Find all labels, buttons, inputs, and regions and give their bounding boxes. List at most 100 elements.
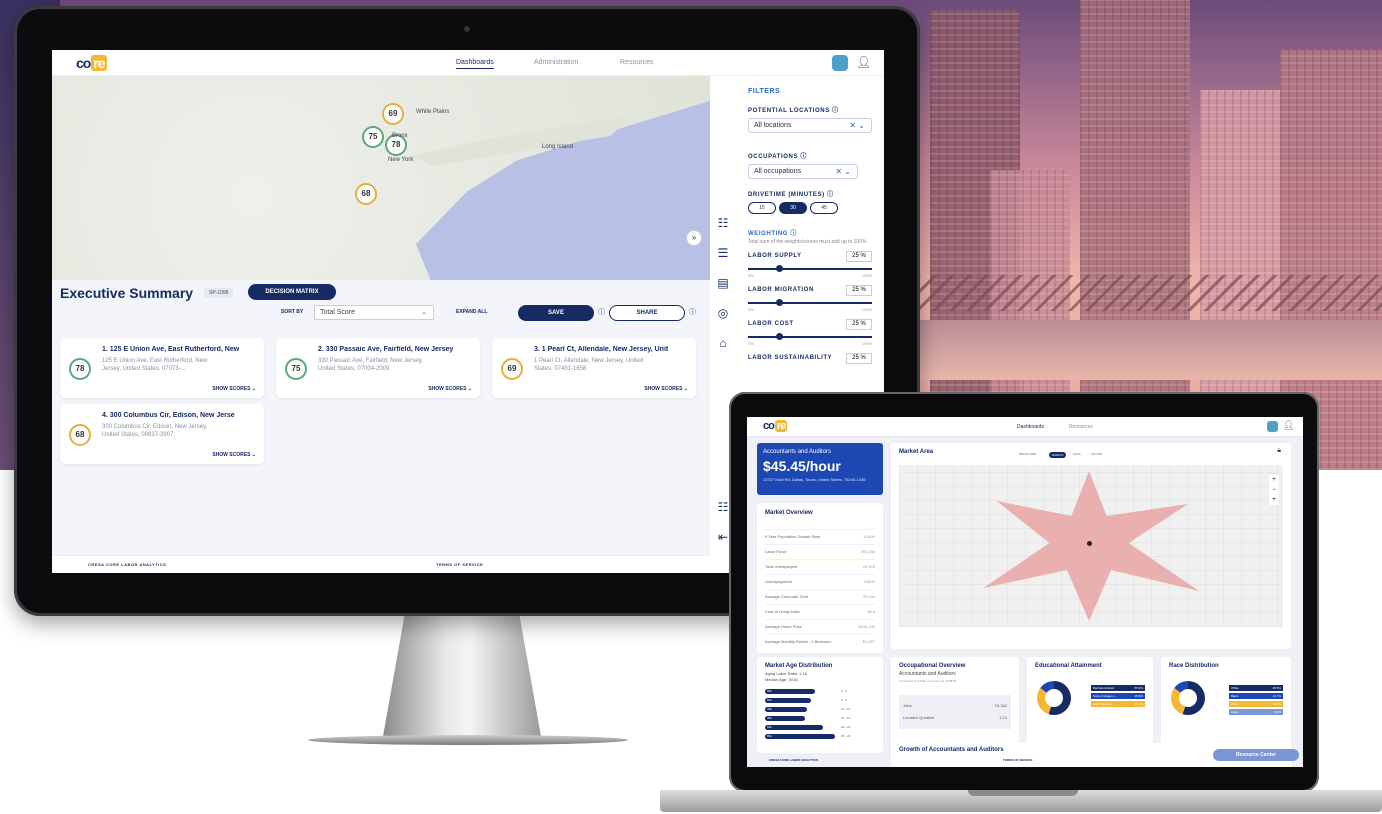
mode-zcta[interactable]: ZCTA <box>1073 452 1081 456</box>
bridge <box>900 275 1382 311</box>
app-switcher-icon[interactable] <box>832 55 848 71</box>
legend-item: Bachelors/Grad 55.9% <box>1091 685 1145 691</box>
age-bar-label: 63k <box>767 725 772 729</box>
occupations-select[interactable]: All occupations ✕ ⌄ <box>748 164 858 179</box>
tab-dashboards[interactable]: Dashboards <box>1017 424 1044 430</box>
decision-matrix-button[interactable]: DECISION MATRIX <box>248 284 336 300</box>
core-logo[interactable]: co re <box>76 55 107 71</box>
lock-icon[interactable]: 🔒︎ <box>1277 447 1281 455</box>
info-icon[interactable]: ⓘ <box>598 307 605 317</box>
terms-link[interactable]: TERMS OF SERVICE <box>1003 758 1032 762</box>
location-card[interactable]: 68 4. 300 Columbus Cir, Edison, New Jers… <box>60 404 264 464</box>
score-ring: 68 <box>69 424 91 446</box>
legend-value: 28.5% <box>1272 702 1281 706</box>
camera-dot <box>464 26 470 32</box>
panel-icon[interactable]: ▤ <box>716 276 730 290</box>
info-icon[interactable]: ⓘ <box>800 154 807 160</box>
dashboard-icon[interactable]: ☷ <box>716 216 730 230</box>
footer-brand: CRESA CORE LABOR ANALYTICS <box>88 562 167 567</box>
slider-track[interactable] <box>748 268 872 270</box>
overview-label: Average Commute Time <box>765 594 809 599</box>
sort-by-select[interactable]: Total Score ⌄ <box>314 305 434 320</box>
slider-min: 0% <box>748 273 754 278</box>
core-logo[interactable]: co re <box>763 420 788 432</box>
weight-sliders: LABOR SUPPLY 25 % 0% 100% LABOR MIGRATION 25 … <box>748 251 872 381</box>
clear-chevron-icon[interactable]: ✕ ⌄ <box>849 121 865 130</box>
location-card[interactable]: 69 3. 1 Pearl Ct, Allendale, New Jersey,… <box>492 338 696 398</box>
zoom-controls[interactable]: + − + <box>1269 475 1279 505</box>
aging-ratio: Aging Labor Ratio: 1.16 <box>765 671 808 676</box>
potential-locations-select[interactable]: All locations ✕ ⌄ <box>748 118 872 133</box>
overview-value: 4.28% <box>863 534 875 539</box>
save-button[interactable]: SAVE <box>518 305 594 321</box>
legend-value: 48.5% <box>1272 686 1281 690</box>
widgets-icon[interactable]: ☷ <box>716 500 730 514</box>
weight-input[interactable]: 25 % <box>846 353 872 364</box>
weight-input[interactable]: 25 % <box>846 319 872 330</box>
expand-all-link[interactable]: EXPAND ALL <box>456 309 487 315</box>
locations-map[interactable]: 69 75 78 68 White Plains Bronx New York … <box>52 76 710 280</box>
slider-handle[interactable] <box>776 299 783 306</box>
map-label: Bronx <box>392 133 408 139</box>
tab-resources[interactable]: Resources <box>620 59 653 66</box>
drivetime-15[interactable]: 15 <box>748 202 776 214</box>
overview-row: Total Unemployed 23,925 <box>765 559 875 574</box>
overview-label: Average Home Price <box>765 624 802 629</box>
tab-dashboards[interactable]: Dashboards <box>456 59 494 69</box>
weight-input[interactable]: 25 % <box>846 285 872 296</box>
location-marker[interactable] <box>1087 541 1092 546</box>
drivetime-45[interactable]: 45 <box>810 202 838 214</box>
weight-input[interactable]: 25 % <box>846 251 872 262</box>
collapse-map-icon[interactable]: » <box>686 230 702 246</box>
weight-label: LABOR COST <box>748 321 794 327</box>
tab-resources[interactable]: Resources <box>1069 424 1093 430</box>
occupational-title: Occupational Overview <box>899 663 966 669</box>
collapse-panel-icon[interactable]: ⇤ <box>716 530 730 544</box>
legend-item: Other 28.5% <box>1229 701 1283 707</box>
location-card[interactable]: 78 1. 125 E Union Ave, East Rutherford, … <box>60 338 264 398</box>
footer: CRESA CORE LABOR ANALYTICS TERMS OF SERV… <box>747 757 1303 767</box>
info-icon[interactable]: ⓘ <box>689 307 696 317</box>
drivetime-30[interactable]: 30 <box>779 202 807 214</box>
share-button[interactable]: SHARE <box>609 305 685 321</box>
show-scores-link[interactable]: SHOW SCORES ⌄ <box>644 386 688 392</box>
slider-track[interactable] <box>748 336 872 338</box>
weighting-label-text: WEIGHTING <box>748 231 789 237</box>
slider-handle[interactable] <box>776 333 783 340</box>
home-icon[interactable]: ⌂ <box>716 336 730 350</box>
weighting-note: Total sum of the weights/scores must add… <box>748 239 867 245</box>
user-icon[interactable]: 👤︎ <box>1283 420 1294 431</box>
map-pin[interactable]: 68 <box>355 183 377 205</box>
info-icon[interactable]: ⓘ <box>827 192 834 198</box>
tab-administration[interactable]: Administration <box>534 59 578 66</box>
show-scores-link[interactable]: SHOW SCORES ⌄ <box>212 452 256 458</box>
map-pin[interactable]: 69 <box>382 103 404 125</box>
location-card[interactable]: 75 2. 330 Passaic Ave, Fairfield, New Je… <box>276 338 480 398</box>
map-pin[interactable]: 75 <box>362 126 384 148</box>
mode-active[interactable]: ACTIVE <box>1091 452 1102 456</box>
market-area-map[interactable]: + − + <box>899 465 1283 627</box>
weight-unit: % <box>860 287 866 293</box>
mode-radius[interactable]: RADIUS <box>1049 452 1067 458</box>
slider-max: 100% <box>861 273 872 278</box>
show-scores-label: SHOW SCORES <box>644 386 683 392</box>
sliders-icon[interactable]: ☰ <box>716 246 730 260</box>
filters-title: FILTERS <box>748 88 781 95</box>
mode-drive-time[interactable]: DRIVE TIME <box>1019 452 1036 456</box>
clear-chevron-icon[interactable]: ✕ ⌄ <box>835 167 851 176</box>
terms-link[interactable]: TERMS OF SERVICE <box>436 562 483 567</box>
app-switcher-icon[interactable] <box>1267 421 1278 432</box>
globe-icon[interactable]: ◎ <box>716 306 730 320</box>
median-age: Median Age: 30.81 <box>765 677 799 682</box>
slider-handle[interactable] <box>776 265 783 272</box>
show-scores-link[interactable]: SHOW SCORES ⌄ <box>212 386 256 392</box>
education-card: Educational Attainment Bachelors/Grad 55.… <box>1027 657 1153 753</box>
user-icon[interactable]: 👤︎ <box>856 55 871 69</box>
info-icon[interactable]: ⓘ <box>790 231 797 237</box>
slider-track[interactable] <box>748 302 872 304</box>
weight-slider: LABOR SUSTAINABILITY 25 % <box>748 353 872 381</box>
show-scores-link[interactable]: SHOW SCORES ⌄ <box>428 386 472 392</box>
info-icon[interactable]: ⓘ <box>832 108 839 114</box>
market-area-title: Market Area <box>899 449 934 455</box>
age-range: 5 - 9 <box>841 698 848 702</box>
